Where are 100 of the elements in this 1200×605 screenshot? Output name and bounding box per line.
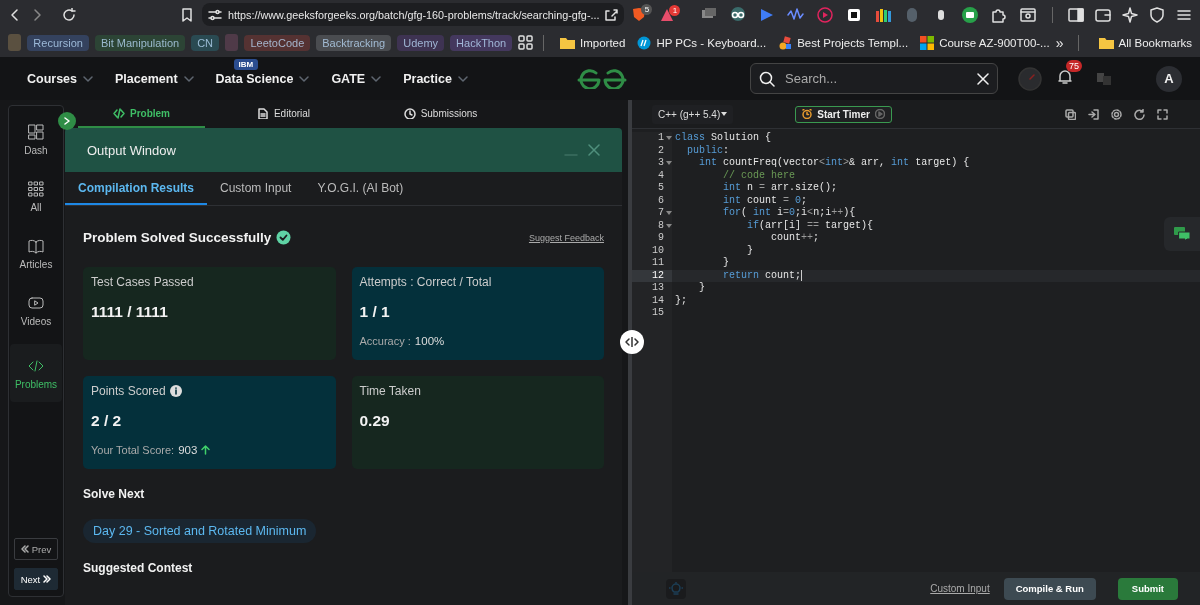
fold-caret-icon[interactable] [666, 136, 672, 140]
card-title: Attempts : Correct / Total [359, 275, 492, 289]
chat-button[interactable] [1164, 217, 1200, 251]
card-value: 903 [178, 444, 198, 456]
nav-link[interactable]: Practice [403, 71, 452, 86]
start-timer-button[interactable]: Start Timer [795, 105, 892, 123]
bookmark-link[interactable]: HP PCs - Keyboard... [656, 36, 767, 49]
bookmark-tag[interactable]: LeetoCode [244, 34, 311, 51]
code-line: } [746, 244, 753, 256]
overflow-chevron[interactable]: » [1055, 34, 1064, 51]
bookmark-link[interactable]: Course AZ-900T00-... [939, 36, 1050, 49]
chevron-down-icon[interactable] [299, 75, 310, 82]
sidebar-item[interactable]: All [10, 177, 62, 234]
site-icon [778, 35, 793, 50]
bookmark-tag[interactable]: Bit Manipulation [94, 34, 186, 51]
share-icon[interactable] [605, 8, 619, 21]
sidebar-item[interactable]: Problems [10, 344, 62, 402]
chevron-down-icon[interactable] [83, 75, 94, 82]
line-number: 5 [658, 182, 664, 195]
reload-icon[interactable] [62, 7, 76, 22]
bookmark-tag[interactable]: HackThon [450, 34, 513, 51]
problem-tab[interactable]: Submissions [362, 100, 519, 128]
compile-run-button[interactable]: Compile & Run [1003, 577, 1096, 600]
logo-icon[interactable] [577, 68, 627, 89]
grid-dots-icon [28, 181, 44, 197]
problem-tab[interactable]: Editorial [205, 100, 362, 128]
custom-input-link[interactable]: Custom Input [930, 583, 990, 594]
chevron-down-icon[interactable] [183, 75, 194, 82]
site-icon [637, 35, 652, 50]
sidebar-item[interactable]: Dash [10, 120, 62, 177]
card-value: 0.29 [359, 412, 391, 430]
line-number: 11 [652, 257, 664, 270]
address-bar[interactable]: https://www.geeksforgeeks.org/batch/gfg-160-problems/track/searching-gfg-... [202, 3, 625, 26]
nav-link[interactable]: Placement [115, 71, 178, 86]
triangle-icon[interactable] [660, 7, 675, 22]
nav-link[interactable]: Courses [27, 71, 78, 86]
fold-caret-icon[interactable] [666, 223, 672, 228]
bookmark-tag[interactable]: Recursion [27, 34, 89, 51]
nav-link[interactable]: Data Science [215, 71, 294, 86]
output-tab[interactable]: Y.O.G.I. (AI Bot) [304, 172, 417, 205]
bookmark-link[interactable]: Best Projects Templ... [797, 36, 909, 49]
fold-caret-icon[interactable] [666, 211, 672, 215]
bookmark-folder[interactable]: Imported [560, 36, 626, 49]
search-input[interactable]: Search... [783, 70, 969, 87]
document-icon [256, 107, 269, 119]
sidebar-item[interactable]: Articles [10, 234, 62, 291]
clock-icon [403, 107, 416, 119]
glasses-icon[interactable] [729, 5, 747, 24]
next-button[interactable]: Next [13, 568, 59, 590]
user-avatar[interactable]: A [1156, 65, 1182, 92]
info-icon [169, 385, 182, 397]
line-number: 8 [658, 219, 664, 232]
sidebar-icon[interactable] [1068, 6, 1084, 23]
play-circle-icon[interactable] [816, 5, 834, 24]
badge-count: 75 [1066, 60, 1082, 72]
language-select[interactable]: C++ (g++ 5.4) [652, 104, 734, 124]
chevron-right-icon [63, 117, 71, 125]
line-number: 13 [652, 282, 664, 295]
nav-link[interactable]: GATE [331, 71, 366, 86]
code-line: class Solution { [675, 132, 772, 143]
search-bar[interactable]: Search... [750, 63, 998, 94]
bookmark-swatch-icon[interactable] [8, 34, 22, 51]
bookmark-tag[interactable]: CN [191, 34, 220, 51]
output-tab[interactable]: Compilation Results [65, 172, 207, 205]
feedback-link[interactable]: Suggest Feedback [528, 232, 604, 243]
fullscreen-icon[interactable] [1157, 108, 1168, 120]
code-line: } [722, 257, 729, 268]
bookmark-tag[interactable]: Udemy [397, 34, 445, 51]
card-value: 1 / 1 [359, 303, 391, 321]
submit-button[interactable]: Submit [1117, 577, 1178, 600]
search-window-icon[interactable] [1019, 5, 1037, 24]
line-number: 7 [658, 207, 664, 220]
bookmark-icon[interactable] [180, 7, 194, 22]
bell-icon[interactable] [1056, 68, 1074, 86]
reset-icon[interactable] [1134, 108, 1145, 120]
prev-button[interactable]: Prev [13, 538, 59, 560]
bookmark-tag[interactable]: Backtracking [316, 34, 392, 51]
fold-caret-icon[interactable] [666, 161, 672, 165]
settings-icon[interactable] [1111, 108, 1122, 120]
bookmark-folder[interactable]: All Bookmarks [1098, 36, 1192, 49]
output-tab[interactable]: Custom Input [207, 172, 305, 205]
shield-icon[interactable] [1149, 6, 1165, 23]
site-settings-icon[interactable] [208, 8, 222, 21]
card-title: Points Scored [91, 384, 166, 398]
next-problem-link[interactable]: Day 29 - Sorted and Rotated Minimum [83, 519, 317, 543]
robot-icon[interactable] [961, 5, 979, 24]
wallet-icon[interactable] [1095, 6, 1111, 23]
import-icon[interactable] [1088, 108, 1099, 120]
copy-icon[interactable] [1065, 108, 1076, 120]
sparkle-icon[interactable] [1122, 6, 1138, 23]
split-arrows-icon [625, 337, 639, 347]
code-line: } [698, 282, 705, 293]
section-heading: Suggested Contest [83, 561, 194, 575]
chevron-down-icon[interactable] [371, 75, 382, 82]
bookmark-swatch-icon[interactable] [225, 34, 239, 51]
code-line: }; [675, 294, 687, 306]
line-number: 1 [658, 132, 664, 145]
apps-grid-icon[interactable] [518, 35, 534, 50]
line-number: 2 [658, 144, 664, 157]
chevron-down-icon[interactable] [457, 75, 468, 82]
